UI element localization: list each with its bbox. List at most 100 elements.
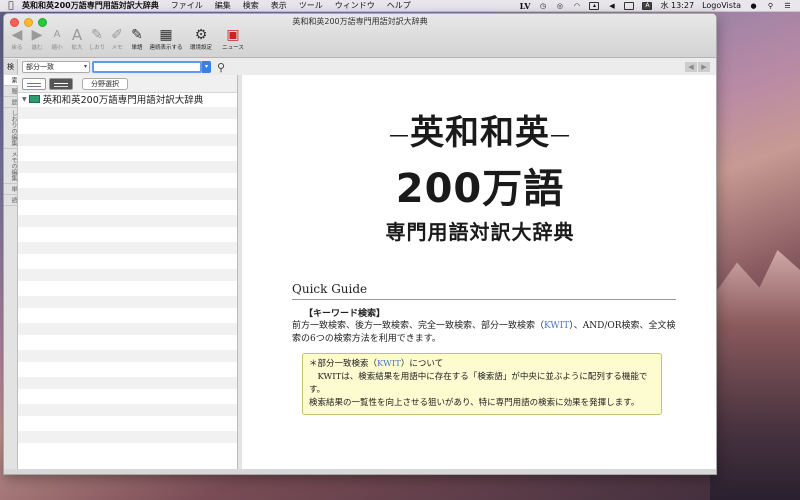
- detail-view-icon[interactable]: [49, 77, 73, 90]
- list-item[interactable]: ▼ 英和和英200万語専門用語対訳大辞典: [18, 93, 237, 107]
- search-history-dropdown[interactable]: ▾: [202, 61, 211, 73]
- result-list-panel: 分野選択 ▼ 英和和英200万語専門用語対訳大辞典: [18, 75, 238, 474]
- preferences-label: 環境設定: [189, 45, 212, 51]
- list-toolbar: 分野選択: [18, 75, 237, 93]
- word-label: 単語: [131, 45, 143, 51]
- note-paragraph-1: KWITは、検索結果を用語中に存在する「検索語」が中央に並ぶように配列する機能で…: [309, 372, 648, 395]
- system-menu-bar:  英和和英200万語専門用語対訳大辞典 ファイル 編集 検索 表示 ツール ウ…: [0, 0, 800, 12]
- search-mode-value: 部分一致: [26, 63, 54, 71]
- memo-icon: ✐: [111, 27, 123, 43]
- word-button[interactable]: ✎ 単語: [128, 27, 146, 51]
- dictionary-book-icon: [28, 95, 40, 104]
- dictionary-name: 英和和英200万語専門用語対訳大辞典: [42, 95, 204, 107]
- menu-window[interactable]: ウィンドウ: [335, 0, 375, 11]
- next-result-icon[interactable]: ▶: [698, 62, 710, 72]
- list-view-icon[interactable]: [22, 77, 46, 90]
- content-pane: —英和和英— 200万語 専門用語対訳大辞典 Quick Guide 【キーワー…: [242, 75, 716, 474]
- note-kwit-link[interactable]: KWIT: [377, 359, 401, 369]
- input-app-name[interactable]: LogoVista: [702, 1, 741, 10]
- menu-tools[interactable]: ツール: [299, 0, 323, 11]
- tab-bookmark-edit[interactable]: しおりの編集: [4, 108, 18, 149]
- news-icon: ▣: [226, 27, 240, 43]
- toolbar: ◀ 戻る ▶ 進む A 縮小 A 拡大 ✎ しおり ✐ メモ ✎ 単語 ▦ 連続表示する ⚙ 環境…: [8, 27, 248, 51]
- forward-label: 進む: [31, 45, 43, 51]
- small-a-icon: A: [53, 29, 61, 40]
- back-label: 戻る: [11, 45, 23, 51]
- back-icon: ◀: [11, 27, 23, 43]
- input-source-icon[interactable]: A: [642, 1, 653, 10]
- bookmark-button[interactable]: ✎ しおり: [88, 27, 106, 51]
- window-title: 英和和英200万語専門用語対訳大辞典: [292, 17, 428, 26]
- back-button[interactable]: ◀ 戻る: [8, 27, 26, 51]
- wifi-icon[interactable]: ◠: [572, 2, 581, 10]
- menu-help[interactable]: ヘルプ: [387, 0, 411, 11]
- side-tabs: 索 履 歴 しおりの編集 メモの編集 単 語: [4, 75, 18, 474]
- keyword-search-desc: 前方一致検索、後方一致検索、完全一致検索、部分一致検索（KWIT）、AND/OR…: [292, 320, 676, 346]
- activity-icon[interactable]: ◎: [555, 2, 564, 10]
- airplay-icon[interactable]: ▴: [589, 1, 600, 10]
- vtab-search-top[interactable]: 検: [4, 59, 18, 75]
- field-select-button[interactable]: 分野選択: [82, 77, 128, 90]
- menu-search[interactable]: 検索: [243, 0, 259, 11]
- tab-history-2[interactable]: 歴: [4, 97, 18, 108]
- search-mode-select[interactable]: 部分一致 ▾: [22, 61, 90, 73]
- forward-icon: ▶: [31, 27, 43, 43]
- dictionary-logo: —英和和英— 200万語 専門用語対訳大辞典: [242, 105, 716, 245]
- spotlight-icon[interactable]: ⚲: [766, 2, 775, 10]
- note-title-b: ）について: [400, 359, 444, 369]
- app-window: 英和和英200万語専門用語対訳大辞典 ◀ 戻る ▶ 進む A 縮小 A 拡大 ✎ しおり …: [3, 13, 717, 475]
- tab-search[interactable]: 索: [4, 75, 18, 86]
- clock[interactable]: 水 13:27: [660, 0, 694, 11]
- forward-button[interactable]: ▶ 進む: [28, 27, 46, 51]
- notification-center-icon[interactable]: ☰: [783, 2, 792, 10]
- window-bottom-bar: [4, 469, 716, 474]
- volume-icon[interactable]: ◀: [607, 2, 616, 10]
- continuous-display-label: 連続表示する: [149, 45, 183, 51]
- gear-icon: ⚙: [194, 27, 208, 43]
- continuous-display-button[interactable]: ▦ 連続表示する: [148, 27, 184, 51]
- tab-memo-edit[interactable]: メモの編集: [4, 149, 18, 184]
- search-icon[interactable]: ⚲: [217, 61, 225, 74]
- prev-result-icon[interactable]: ◀: [685, 62, 697, 72]
- kwit-link[interactable]: KWIT: [544, 321, 569, 331]
- preferences-button[interactable]: ⚙ 環境設定: [186, 27, 216, 51]
- bookmark-icon: ✎: [91, 27, 103, 43]
- shrink-font-button[interactable]: A 縮小: [48, 27, 66, 51]
- keyword-search-heading: 【キーワード検索】: [304, 309, 386, 319]
- chevron-down-icon: ▾: [83, 63, 87, 70]
- menu-edit[interactable]: 編集: [215, 0, 231, 11]
- lv-status-icon[interactable]: LV: [520, 1, 531, 11]
- disclosure-triangle-icon[interactable]: ▼: [22, 96, 27, 103]
- kwit-note: ＊部分一致検索（KWIT）について KWITは、検索結果を用語中に存在する「検索…: [302, 353, 662, 415]
- desktop-wallpaper-mountain: [710, 250, 800, 500]
- word-icon: ✎: [131, 27, 143, 43]
- shrink-label: 縮小: [51, 45, 63, 51]
- logo-line1: 英和和英: [410, 113, 550, 153]
- app-menu[interactable]: 英和和英200万語専門用語対訳大辞典: [22, 0, 159, 11]
- result-list: ▼ 英和和英200万語専門用語対訳大辞典: [18, 93, 237, 458]
- title-bar: 英和和英200万語専門用語対訳大辞典 ◀ 戻る ▶ 進む A 縮小 A 拡大 ✎ しおり …: [4, 14, 716, 58]
- bookmark-label: しおり: [88, 45, 106, 51]
- desc-part-a: 前方一致検索、後方一致検索、完全一致検索、部分一致検索（: [292, 321, 545, 331]
- news-button[interactable]: ▣ ニュース: [218, 27, 248, 51]
- tab-word-1[interactable]: 単: [4, 184, 18, 195]
- news-label: ニュース: [222, 45, 244, 51]
- battery-icon[interactable]: [624, 1, 635, 10]
- search-bar: 検 部分一致 ▾ ▾ ⚲ ◀ ▶: [4, 59, 716, 75]
- note-title-a: ＊部分一致検索（: [309, 359, 378, 369]
- status-area: LV ◷ ◎ ◠ ▴ ◀ A 水 13:27 LogoVista ● ⚲ ☰: [520, 0, 800, 11]
- continuous-display-icon: ▦: [159, 27, 173, 43]
- large-a-icon: A: [71, 26, 83, 44]
- quick-guide: Quick Guide 【キーワード検索】 前方一致検索、後方一致検索、完全一致…: [292, 282, 676, 415]
- logo-line3: 専門用語対訳大辞典: [385, 220, 575, 244]
- user-icon[interactable]: ●: [749, 2, 758, 10]
- tab-word-2[interactable]: 語: [4, 195, 18, 206]
- menu-view[interactable]: 表示: [271, 0, 287, 11]
- memo-button[interactable]: ✐ メモ: [108, 27, 126, 51]
- apple-menu-icon[interactable]: : [0, 1, 22, 11]
- menu-file[interactable]: ファイル: [171, 0, 203, 11]
- search-input[interactable]: [92, 61, 202, 73]
- time-machine-icon[interactable]: ◷: [538, 2, 547, 10]
- tab-history-1[interactable]: 履: [4, 86, 18, 97]
- enlarge-font-button[interactable]: A 拡大: [68, 27, 86, 51]
